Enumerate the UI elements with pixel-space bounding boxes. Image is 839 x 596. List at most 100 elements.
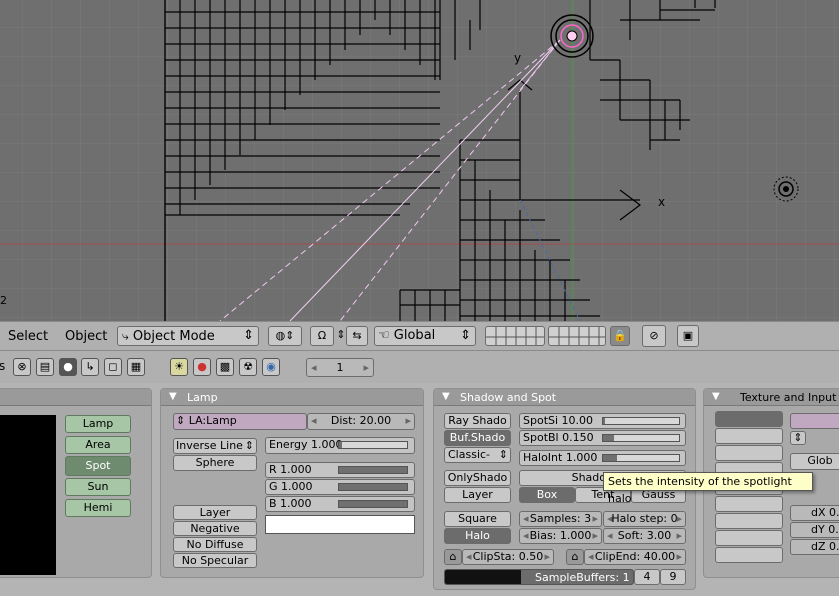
layer-buttons-right[interactable] — [548, 326, 606, 346]
shadow-spot-panel-header[interactable]: ▼ Shadow and Spot — [434, 389, 695, 406]
orientation-dropdown[interactable]: ☜ Global ⇕ — [374, 326, 476, 346]
buf-shadow-toggle[interactable]: Buf.Shado — [444, 430, 511, 446]
filter-box-button[interactable]: Box — [519, 487, 575, 503]
clip-end-auto-button[interactable]: ⌂ — [566, 549, 584, 565]
lamp-type-area[interactable]: Area — [65, 436, 131, 454]
shadow-layer-toggle[interactable]: Layer — [444, 487, 511, 503]
lamp-type-spot[interactable]: Spot — [65, 456, 131, 476]
only-shadow-toggle[interactable]: OnlyShado — [444, 470, 511, 486]
editing-context-icon[interactable]: ◻ — [104, 358, 122, 376]
texture-datablock-field[interactable] — [790, 413, 839, 429]
halo-intensity-fill — [603, 455, 617, 461]
clip-end-field[interactable]: ◂ ClipEnd: 40.00 ▸ — [584, 549, 686, 565]
right-arrow-icon: ▸ — [592, 529, 598, 542]
lamp-type-hemi[interactable]: Hemi — [65, 499, 131, 517]
shading-context-icon[interactable]: ● — [59, 358, 77, 376]
texture-input-panel-header[interactable]: ▼ Texture and Input — [704, 389, 839, 406]
snap-toggle[interactable]: ⇕ — [336, 326, 346, 346]
spot-size-slider[interactable]: SpotSi 10.00 — [519, 413, 686, 429]
texture-channel-7[interactable] — [715, 513, 783, 529]
halo-step-value: Halo step: 0 — [611, 512, 678, 525]
layer-toggle[interactable]: Layer — [173, 505, 257, 520]
soft-field[interactable]: ◂ Soft: 3.00 ▸ — [603, 528, 686, 544]
r-label: R 1.000 — [269, 463, 312, 476]
orientation-label: Global — [393, 328, 436, 343]
no-diffuse-toggle[interactable]: No Diffuse — [173, 537, 257, 552]
ray-shadow-toggle[interactable]: Ray Shado — [444, 413, 511, 429]
draw-type-dropdown[interactable]: ◍⇕ — [268, 326, 302, 346]
scene-context-icon[interactable]: ▦ — [127, 358, 145, 376]
negative-toggle[interactable]: Negative — [173, 521, 257, 536]
select-menu[interactable]: Select — [8, 329, 48, 344]
buttons-toolbar: s ⊗ ▤ ● ↳ ◻ ▦ ☀ ● ▩ ☢ ◉ ◂ 1 ▸ — [0, 351, 839, 383]
samples-field[interactable]: ◂ Samples: 3 ▸ — [519, 511, 602, 527]
dx-field[interactable]: dX 0. — [790, 505, 839, 521]
radiosity-buttons-icon[interactable]: ☢ — [239, 358, 257, 376]
lamp-panel-header[interactable]: ▼ Lamp — [161, 389, 423, 406]
frame-field[interactable]: ◂ 1 ▸ — [306, 358, 374, 377]
texture-buttons-icon[interactable]: ▩ — [216, 358, 234, 376]
preview-image — [0, 415, 56, 575]
object-context-icon[interactable]: ↳ — [81, 358, 99, 376]
buffer-type-dropdown[interactable]: Classic- ⇕ — [444, 447, 511, 463]
dz-field[interactable]: dZ 0. — [790, 539, 839, 555]
texture-browse-button[interactable]: ⇕ — [790, 431, 806, 445]
right-arrow-icon: ▸ — [676, 550, 682, 563]
object-menu[interactable]: Object — [65, 329, 107, 344]
texture-channel-list[interactable] — [715, 411, 783, 571]
auto-icon: ⌂ — [571, 550, 579, 563]
g-slider[interactable]: G 1.000 — [265, 479, 415, 495]
dy-field[interactable]: dY 0. — [790, 522, 839, 538]
layer-buttons-left[interactable] — [485, 326, 545, 346]
color-swatch[interactable] — [265, 515, 415, 534]
snap-button[interactable]: Ω — [310, 326, 334, 346]
3d-viewport[interactable]: y x 2 — [0, 0, 839, 321]
viewport-corner-number: 2 — [0, 294, 7, 307]
dist-field[interactable]: ◂ Dist: 20.00 ▸ — [307, 413, 415, 430]
sample-buffers-slider[interactable]: SampleBuffers: 1 — [444, 569, 634, 585]
material-buttons-icon[interactable]: ● — [193, 358, 211, 376]
mode-label: Object Mode — [132, 329, 215, 344]
chevron-updown-icon: ⇕ — [243, 328, 254, 343]
y-axis-label: y — [514, 51, 521, 65]
pivot-button[interactable]: ⇆ — [346, 326, 368, 346]
r-slider[interactable]: R 1.000 — [265, 462, 415, 478]
energy-slider[interactable]: Energy 1.000 — [265, 437, 415, 454]
falloff-dropdown[interactable]: Inverse Line ⇕ — [173, 438, 257, 454]
lamp-type-lamp[interactable]: Lamp — [65, 415, 131, 433]
lock-button[interactable]: 🔒 — [610, 326, 630, 346]
grab-button[interactable]: ⊘ — [642, 325, 666, 347]
sample-buffers-9[interactable]: 9 — [660, 569, 686, 585]
no-specular-toggle[interactable]: No Specular — [173, 553, 257, 568]
lamp-buttons-icon[interactable]: ☀ — [170, 358, 188, 376]
world-buttons-icon[interactable]: ◉ — [262, 358, 280, 376]
left-arrow-icon: ◂ — [466, 550, 472, 563]
render-button[interactable]: ▣ — [677, 325, 699, 347]
energy-fill — [339, 442, 343, 448]
texture-channel-6[interactable] — [715, 496, 783, 512]
lamp-type-sun[interactable]: Sun — [65, 478, 131, 496]
lamp-datablock-field[interactable]: ⇕ LA:Lamp — [173, 413, 307, 430]
texture-channel-8[interactable] — [715, 530, 783, 546]
texture-channel-1[interactable] — [715, 411, 783, 427]
logic-context-icon[interactable]: ⊗ — [13, 358, 31, 376]
texture-channel-3[interactable] — [715, 445, 783, 461]
sphere-button[interactable]: Sphere — [173, 455, 257, 471]
square-toggle[interactable]: Square — [444, 511, 511, 527]
clip-start-auto-button[interactable]: ⌂ — [444, 549, 462, 565]
texture-channel-9[interactable] — [715, 547, 783, 563]
b-slider[interactable]: B 1.000 — [265, 496, 415, 512]
halo-toggle[interactable]: Halo — [444, 528, 511, 544]
glob-button[interactable]: Glob — [790, 453, 839, 470]
collapse-triangle-icon: ▼ — [442, 391, 450, 402]
bias-field[interactable]: ◂ Bias: 1.000 ▸ — [519, 528, 602, 544]
3d-view-header: Select Object ⤷ Object Mode ⇕ ◍⇕ Ω ⇕ ⇆ ☜… — [0, 321, 839, 351]
script-context-icon[interactable]: ▤ — [36, 358, 54, 376]
spot-blend-slider[interactable]: SpotBl 0.150 — [519, 430, 686, 446]
texture-channel-2[interactable] — [715, 428, 783, 444]
halo-step-field[interactable]: ◂ Halo step: 0 ▸ — [603, 511, 686, 527]
halo-intensity-slider[interactable]: HaloInt 1.000 — [519, 450, 686, 466]
mode-dropdown[interactable]: ⤷ Object Mode ⇕ — [117, 326, 259, 346]
clip-start-field[interactable]: ◂ ClipSta: 0.50 ▸ — [462, 549, 554, 565]
sample-buffers-4[interactable]: 4 — [634, 569, 660, 585]
